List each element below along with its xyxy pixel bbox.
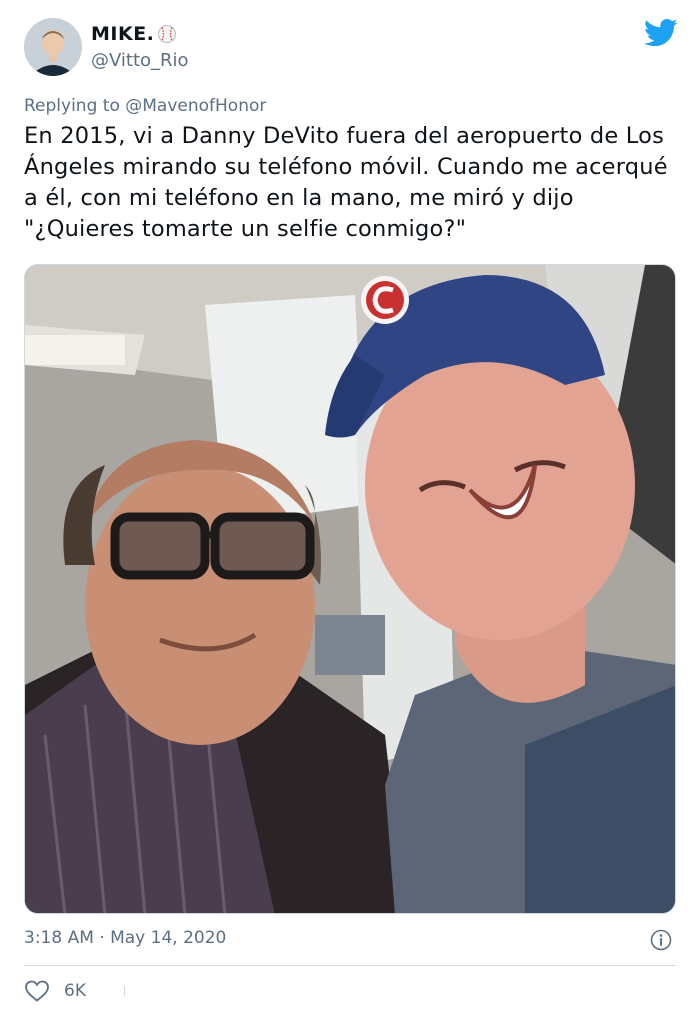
- like-count: 6K: [64, 981, 86, 1001]
- footer-divider: [24, 965, 676, 966]
- info-icon[interactable]: [650, 929, 672, 951]
- tweet-card: MIKE. @Vitto_Rio Replying to @MavenofHon…: [0, 0, 700, 1019]
- replying-to: Replying to @MavenofHonor: [24, 96, 266, 116]
- baseball-icon: [157, 24, 177, 44]
- user-handle[interactable]: @Vitto_Rio: [91, 50, 189, 71]
- tweet-text: En 2015, vi a Danny DeVito fuera del aer…: [24, 123, 668, 242]
- twitter-bird-icon[interactable]: [644, 18, 678, 48]
- tweet-photo[interactable]: [24, 264, 676, 914]
- reply-target-link[interactable]: @MavenofHonor: [125, 96, 266, 116]
- action-separator: [124, 986, 125, 996]
- tweet-timestamp[interactable]: 3:18 AM · May 14, 2020: [24, 928, 226, 948]
- avatar[interactable]: [24, 18, 82, 76]
- display-name-text[interactable]: MIKE.: [91, 23, 154, 45]
- replying-prefix: Replying to: [24, 96, 120, 116]
- like-button[interactable]: 6K: [24, 979, 86, 1003]
- display-name[interactable]: MIKE.: [91, 23, 177, 45]
- heart-icon[interactable]: [24, 979, 50, 1003]
